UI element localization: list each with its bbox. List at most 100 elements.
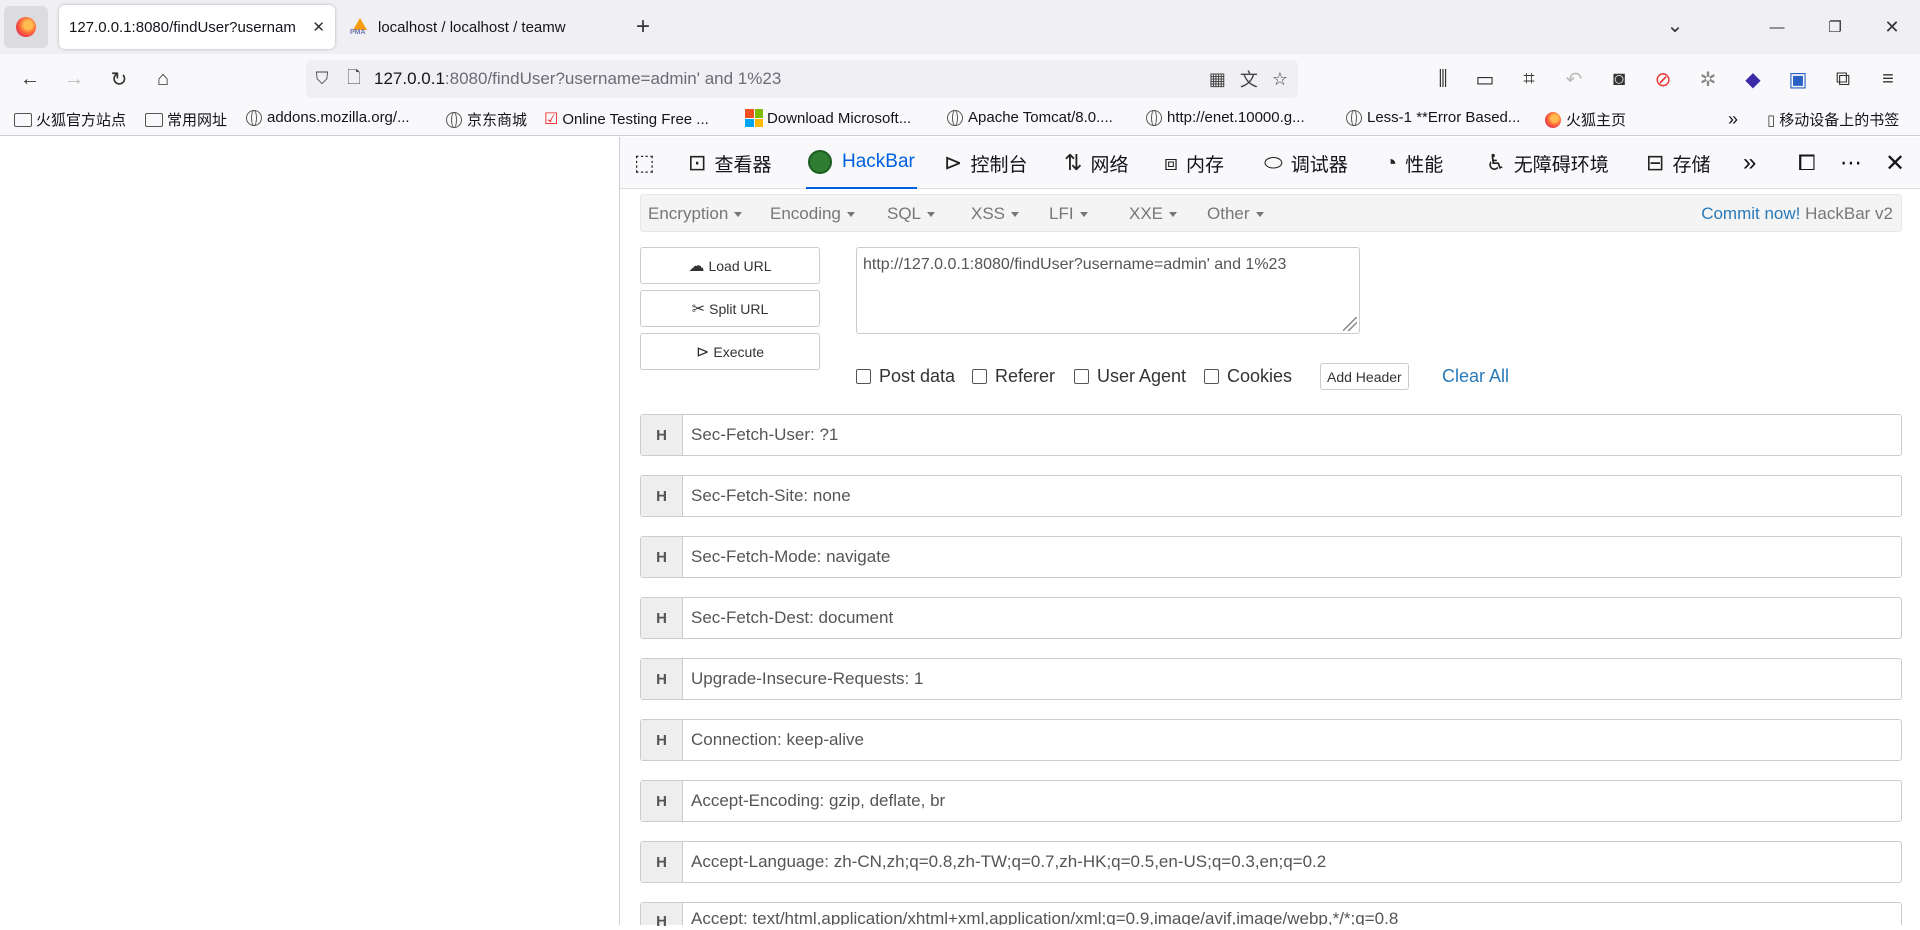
header-toggle[interactable]: H: [641, 842, 683, 882]
header-toggle[interactable]: H: [641, 781, 683, 821]
tab-performance[interactable]: ◔ 性能: [1384, 137, 1443, 189]
referer-checkbox[interactable]: Referer: [972, 366, 1055, 387]
new-tab-button[interactable]: +: [628, 12, 658, 42]
tab-debugger[interactable]: ⬭ 调试器: [1264, 137, 1348, 189]
bookmark-item[interactable]: http://enet.10000.g...: [1146, 109, 1305, 126]
undo-icon[interactable]: ↶: [1558, 63, 1590, 95]
minimize-button[interactable]: —: [1762, 12, 1792, 42]
firefox-view-button[interactable]: [4, 6, 48, 48]
bookmark-item[interactable]: 火狐主页: [1545, 109, 1626, 130]
library-icon[interactable]: ⫼: [1427, 63, 1459, 95]
split-url-button[interactable]: ✂ Split URL: [640, 290, 820, 327]
list-all-tabs-button[interactable]: ⌄: [1660, 10, 1690, 40]
back-icon[interactable]: ←: [14, 63, 46, 95]
url-bar[interactable]: ⛉ 🗋 127.0.0.1:8080/findUser?username=adm…: [306, 60, 1298, 98]
home-icon[interactable]: ⌂: [147, 63, 179, 95]
mobile-bookmarks[interactable]: ▯ 移动设备上的书签: [1767, 109, 1899, 130]
header-row[interactable]: H Sec-Fetch-User: ?1: [640, 414, 1902, 456]
header-toggle[interactable]: H: [641, 476, 683, 516]
restore-button[interactable]: ❐: [1820, 12, 1850, 42]
header-toggle[interactable]: H: [641, 903, 683, 930]
menu-xxe[interactable]: XXE: [1129, 204, 1177, 224]
bookmark-item[interactable]: 京东商城: [446, 109, 527, 130]
window-close-button[interactable]: ✕: [1877, 12, 1907, 42]
tab-accessibility[interactable]: ♿ 无障碍环境: [1486, 137, 1609, 189]
element-picker-icon[interactable]: ⬚: [634, 137, 663, 189]
post-data-checkbox[interactable]: Post data: [856, 366, 955, 387]
more-options-icon[interactable]: ⋯: [1840, 137, 1862, 189]
screenshot-icon[interactable]: ⌗: [1513, 63, 1545, 95]
header-row[interactable]: H Upgrade-Insecure-Requests: 1: [640, 658, 1902, 700]
header-value[interactable]: Connection: keep-alive: [683, 720, 1901, 760]
cookies-checkbox[interactable]: Cookies: [1204, 366, 1292, 387]
extension-block-icon[interactable]: ⊘: [1647, 63, 1679, 95]
url-text[interactable]: 127.0.0.1:8080/findUser?username=admin' …: [374, 69, 781, 89]
header-value[interactable]: Sec-Fetch-Site: none: [683, 476, 1901, 516]
url-textarea[interactable]: http://127.0.0.1:8080/findUser?username=…: [856, 247, 1360, 334]
header-value[interactable]: Sec-Fetch-Dest: document: [683, 598, 1901, 638]
tracking-shield-icon[interactable]: ⛉: [306, 69, 338, 89]
bookmark-star-icon[interactable]: ☆: [1272, 69, 1288, 90]
bookmark-item[interactable]: addons.mozilla.org/...: [246, 109, 410, 126]
resize-handle-icon[interactable]: [1343, 317, 1357, 331]
tab-active[interactable]: 127.0.0.1:8080/findUser?usernam ✕: [59, 5, 335, 49]
header-toggle[interactable]: H: [641, 537, 683, 577]
dock-side-icon[interactable]: ⧠: [1798, 137, 1816, 189]
clear-all-link[interactable]: Clear All: [1442, 366, 1509, 387]
translate-icon[interactable]: 文: [1240, 66, 1258, 92]
header-row[interactable]: H Sec-Fetch-Mode: navigate: [640, 536, 1902, 578]
header-value[interactable]: Upgrade-Insecure-Requests: 1: [683, 659, 1901, 699]
header-toggle[interactable]: H: [641, 659, 683, 699]
header-row[interactable]: H Sec-Fetch-Dest: document: [640, 597, 1902, 639]
extension-glasses-icon[interactable]: ◙: [1603, 63, 1635, 95]
header-toggle[interactable]: H: [641, 415, 683, 455]
tab-storage[interactable]: ⊟ 存储: [1646, 137, 1710, 189]
extension-translate-icon[interactable]: ▣: [1782, 63, 1814, 95]
menu-lfi[interactable]: LFI: [1049, 204, 1088, 224]
commit-now-link[interactable]: Commit now!: [1701, 204, 1800, 223]
menu-sql[interactable]: SQL: [887, 204, 935, 224]
bookmark-item[interactable]: 火狐官方站点: [14, 109, 126, 130]
header-row[interactable]: H Accept: text/html,application/xhtml+xml…: [640, 902, 1902, 930]
forward-icon[interactable]: →: [58, 63, 90, 95]
page-info-icon[interactable]: 🗋: [338, 65, 370, 94]
header-row[interactable]: H Accept-Encoding: gzip, deflate, br: [640, 780, 1902, 822]
bookmark-item[interactable]: Download Microsoft...: [745, 109, 911, 127]
more-bookmarks-chevron-icon[interactable]: »: [1728, 109, 1738, 130]
close-devtools-icon[interactable]: ✕: [1885, 137, 1905, 189]
add-header-button[interactable]: Add Header: [1320, 363, 1409, 390]
tab-network[interactable]: ⇅ 网络: [1064, 137, 1128, 189]
tab-phpmyadmin[interactable]: PMA localhost / localhost / teamw: [340, 5, 620, 49]
execute-button[interactable]: ⊳ Execute: [640, 333, 820, 370]
extensions-icon[interactable]: ⧉: [1827, 63, 1859, 95]
reload-icon[interactable]: ↻: [103, 63, 135, 95]
menu-encoding[interactable]: Encoding: [770, 204, 855, 224]
menu-xss[interactable]: XSS: [971, 204, 1019, 224]
bookmark-item[interactable]: Apache Tomcat/8.0....: [947, 109, 1113, 126]
extension-puzzle-piece-icon[interactable]: ✲: [1692, 63, 1724, 95]
tab-console[interactable]: ⊳ 控制台: [944, 137, 1027, 189]
sidebar-icon[interactable]: ▭: [1469, 63, 1501, 95]
menu-icon[interactable]: ≡: [1872, 63, 1904, 95]
extension-layers-icon[interactable]: ◆: [1737, 63, 1769, 95]
menu-other[interactable]: Other: [1207, 204, 1264, 224]
header-toggle[interactable]: H: [641, 720, 683, 760]
user-agent-checkbox[interactable]: User Agent: [1074, 366, 1186, 387]
tab-inspector[interactable]: ⊡ 查看器: [688, 137, 771, 189]
bookmark-item[interactable]: Less-1 **Error Based...: [1346, 109, 1520, 126]
bookmark-item[interactable]: ☑ Online Testing Free ...: [544, 109, 709, 129]
more-tools-chevron-icon[interactable]: »: [1743, 137, 1756, 189]
menu-encryption[interactable]: Encryption: [648, 204, 742, 224]
bookmark-item[interactable]: 常用网址: [145, 109, 227, 130]
header-value[interactable]: Accept-Language: zh-CN,zh;q=0.8,zh-TW;q=…: [683, 842, 1901, 882]
tab-hackbar[interactable]: HackBar: [806, 137, 917, 189]
header-toggle[interactable]: H: [641, 598, 683, 638]
tab-close-icon[interactable]: ✕: [312, 18, 325, 36]
qr-code-icon[interactable]: ▦: [1209, 69, 1226, 90]
header-value[interactable]: Accept-Encoding: gzip, deflate, br: [683, 781, 1901, 821]
tab-memory[interactable]: ⧈ 内存: [1164, 137, 1224, 189]
header-value[interactable]: Sec-Fetch-User: ?1: [683, 415, 1901, 455]
header-row[interactable]: H Sec-Fetch-Site: none: [640, 475, 1902, 517]
header-value[interactable]: Sec-Fetch-Mode: navigate: [683, 537, 1901, 577]
load-url-button[interactable]: ☁ Load URL: [640, 247, 820, 284]
